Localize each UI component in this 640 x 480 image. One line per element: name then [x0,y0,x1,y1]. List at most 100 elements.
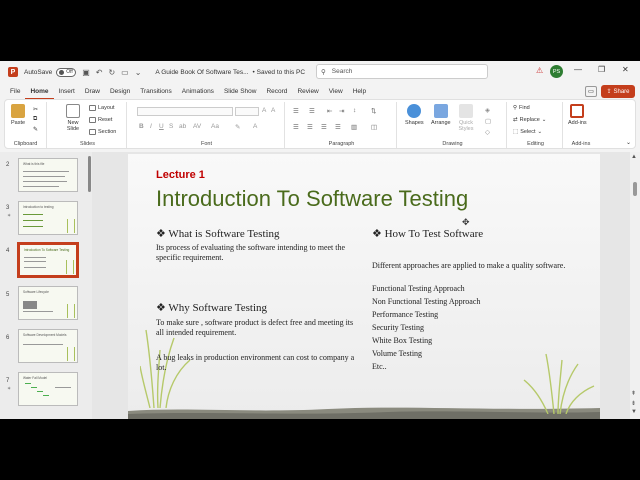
comments-icon[interactable]: ▭ [585,86,597,97]
font-size-select[interactable] [235,107,259,116]
autosave-toggle[interactable]: Off [56,67,77,77]
slide-thumbnail-2[interactable]: What is this file [18,158,78,192]
testing-type-item: Non Functional Testing Approach [372,297,481,306]
powerpoint-logo-icon: P [8,67,18,77]
quick-access-toolbar: ▣ ↶ ↻ ▭ ⌄ [82,68,141,77]
previous-slide-icon[interactable]: ⇞ [631,390,636,397]
scrollbar-thumb[interactable] [633,182,637,196]
shadow-icon[interactable]: S [169,123,173,130]
slide-number: 5 [6,292,10,298]
restore-icon[interactable]: ❐ [598,65,605,74]
bold-icon[interactable]: B [139,123,144,130]
shape-effects-icon[interactable]: ◇ [485,128,490,136]
arrange-button[interactable]: Arrange [431,104,451,126]
highlight-icon[interactable]: ✎ [235,123,240,131]
heading-what-is-testing: ❖ What is Software Testing [156,228,280,240]
select-button[interactable]: ⬚ Select ⌄ [513,129,542,135]
scroll-up-icon[interactable]: ▲ [631,154,637,160]
replace-button[interactable]: ⇄ Replace ⌄ [513,117,546,123]
search-input[interactable]: Search [332,68,353,75]
collapse-ribbon-icon[interactable]: ⌄ [626,139,631,146]
save-icon[interactable]: ▣ [82,68,90,77]
slide-canvas[interactable]: Lecture 1 Introduction To Software Testi… [128,154,600,419]
tab-insert[interactable]: Insert [54,84,80,100]
slide-thumbnail-7[interactable]: Water Fall Model [18,372,78,406]
copy-icon[interactable]: ⧉ [33,116,37,123]
font-family-select[interactable] [137,107,233,116]
addins-button[interactable]: Add-ins [568,104,587,126]
numbering-icon[interactable]: ☰ [309,107,315,115]
font-color-icon[interactable]: A [253,123,257,130]
bullets-icon[interactable]: ☰ [293,107,299,115]
character-spacing-icon[interactable]: AV [193,123,201,130]
tab-draw[interactable]: Draw [80,84,105,100]
tab-record[interactable]: Record [261,84,292,100]
tab-view[interactable]: View [324,84,348,100]
italic-icon[interactable]: I [150,123,152,130]
reset-button[interactable]: Reset [89,117,112,123]
new-slide-button[interactable]: New Slide [63,104,83,132]
format-painter-icon[interactable]: ✎ [33,126,38,133]
customize-toolbar-icon[interactable]: ⌄ [135,68,142,77]
line-spacing-icon[interactable]: ↕ [353,107,356,114]
star-icon: ✶ [7,213,12,219]
tab-slide-show[interactable]: Slide Show [219,84,262,100]
tab-file[interactable]: File [5,84,25,100]
avatar[interactable]: PS [550,65,563,78]
decrease-font-icon[interactable]: A [271,107,275,114]
align-right-icon[interactable]: ☰ [321,123,327,131]
increase-font-icon[interactable]: A [262,107,266,114]
save-status[interactable]: • Saved to this PC [253,69,306,76]
find-button[interactable]: ⚲ Find [513,105,530,111]
justify-icon[interactable]: ☰ [335,123,341,131]
undo-icon[interactable]: ↶ [96,68,103,77]
paste-button[interactable]: Paste [11,104,25,126]
redo-icon[interactable]: ↻ [108,68,115,77]
document-title[interactable]: A Guide Book Of Software Tes... [155,69,248,76]
quick-styles-button[interactable]: Quick Styles [457,104,475,132]
thumbnails-scrollbar[interactable] [88,156,91,192]
slide-title[interactable]: Introduction To Software Testing [156,186,468,212]
font-group: A A B I U S ab AV Aa ✎ A Font [129,102,285,148]
align-center-icon[interactable]: ☰ [307,123,313,131]
slide-thumbnail-5[interactable]: Software Lifecycle [18,286,78,320]
tab-transitions[interactable]: Transitions [135,84,177,100]
warning-icon[interactable]: ⚠ [536,66,543,75]
text-direction-icon[interactable]: ⇅ [371,107,376,115]
increase-indent-icon[interactable]: ⇥ [339,107,344,115]
tab-help[interactable]: Help [348,84,371,100]
clipboard-group: Paste ✂ ⧉ ✎ Clipboard [5,102,47,148]
slide-thumbnail-6[interactable]: Software Development Models [18,329,78,363]
testing-type-item: White Box Testing [372,336,433,345]
shapes-button[interactable]: Shapes [405,104,424,126]
layout-button[interactable]: Layout [89,105,115,111]
cut-icon[interactable]: ✂ [33,106,38,113]
editor-scrollbar[interactable]: ▲ ⇞ ⇟ ▼ [630,152,640,419]
align-left-icon[interactable]: ☰ [293,123,299,131]
underline-icon[interactable]: U [159,123,164,130]
testing-type-item: Volume Testing [372,349,423,358]
decrease-indent-icon[interactable]: ⇤ [327,107,332,115]
minimize-icon[interactable]: — [574,65,582,74]
strikethrough-icon[interactable]: ab [179,123,186,130]
tab-home[interactable]: Home [25,84,54,100]
next-slide-icon[interactable]: ⇟ [631,400,636,407]
change-case-icon[interactable]: Aa [211,123,219,130]
tab-animations[interactable]: Animations [177,84,219,100]
arrange-icon [433,104,448,118]
smartart-icon[interactable]: ◫ [371,123,377,131]
tab-design[interactable]: Design [105,84,135,100]
search-box[interactable]: ⚲ Search [316,64,488,79]
section-button[interactable]: Section [89,129,116,135]
share-button[interactable]: ⇪ Share [601,85,635,98]
columns-icon[interactable]: ▥ [351,123,357,131]
scroll-down-icon[interactable]: ▼ [631,409,637,415]
slide-thumbnail-3[interactable]: Introduction to testing [18,201,78,235]
editing-group: ⚲ Find ⇄ Replace ⌄ ⬚ Select ⌄ Editing [509,102,563,148]
shape-fill-icon[interactable]: ◈ [485,106,490,114]
close-icon[interactable]: ✕ [622,65,629,74]
tab-review[interactable]: Review [292,84,323,100]
start-slideshow-icon[interactable]: ▭ [121,68,129,77]
slide-thumbnail-4-selected[interactable]: Introduction To Software Testing [17,242,79,278]
shape-outline-icon[interactable]: ▢ [485,117,491,125]
